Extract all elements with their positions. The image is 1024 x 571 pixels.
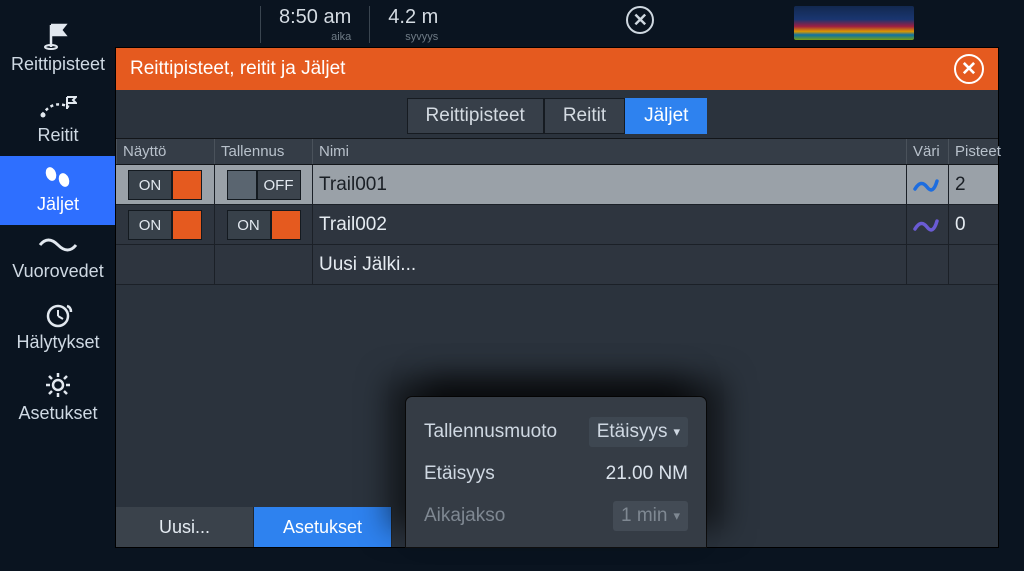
sidebar-item-label: Hälytykset <box>16 332 99 352</box>
toggle-indicator <box>227 170 257 200</box>
chevron-down-icon: ▾ <box>673 508 680 524</box>
trail-color-icon <box>906 165 948 204</box>
status-depth-value: 4.2 m <box>388 6 438 29</box>
close-icon[interactable]: ✕ <box>626 6 654 34</box>
distance-value: 21.00 NM <box>606 463 688 485</box>
toggle-label: OFF <box>257 170 301 200</box>
trail-name: Trail002 <box>312 205 906 244</box>
sidebar-item-tides[interactable]: Vuorovedet <box>0 225 116 292</box>
popup-row-distance[interactable]: Etäisyys 21.00 NM <box>424 453 688 495</box>
toggle-label: ON <box>128 170 172 200</box>
col-name: Nimi <box>312 139 906 164</box>
trail-name: Trail001 <box>312 165 906 204</box>
sidebar-item-label: Vuorovedet <box>12 261 103 281</box>
format-label: Tallennusmuoto <box>424 421 579 443</box>
col-color: Väri <box>906 139 948 164</box>
sidebar: Reittipisteet Reitit Jäljet Vuorovedet H… <box>0 14 116 434</box>
col-display: Näyttö <box>116 139 214 164</box>
status-time-label: aika <box>279 31 351 43</box>
dialog-title: Reittipisteet, reitit ja Jäljet <box>130 58 345 80</box>
display-toggle[interactable]: ON <box>128 210 202 240</box>
popup-row-format[interactable]: Tallennusmuoto Etäisyys ▾ <box>424 411 688 453</box>
status-depth-label: syvyys <box>388 31 438 43</box>
sidebar-item-settings[interactable]: Asetukset <box>0 363 116 434</box>
route-icon <box>39 93 77 121</box>
dialog-close-icon[interactable]: ✕ <box>954 54 984 84</box>
toggle-label: ON <box>128 210 172 240</box>
new-button[interactable]: Uusi... <box>116 507 254 547</box>
table-row[interactable]: ON OFF Trail001 2 <box>116 165 998 205</box>
col-points: Pisteet <box>948 139 998 164</box>
format-dropdown[interactable]: Etäisyys ▾ <box>589 417 688 447</box>
popup-row-period: Aikajakso 1 min ▾ <box>424 495 688 537</box>
tab-trails[interactable]: Jäljet <box>625 98 707 134</box>
dialog-tabs: Reittipisteet Reitit Jäljet <box>116 98 998 134</box>
wave-icon <box>38 233 78 257</box>
col-record: Tallennus <box>214 139 312 164</box>
tab-waypoints[interactable]: Reittipisteet <box>407 98 544 134</box>
sidebar-item-alarms[interactable]: Hälytykset <box>0 292 116 363</box>
trail-points: 2 <box>948 165 998 204</box>
chevron-down-icon: ▾ <box>673 424 680 440</box>
new-trail-label: Uusi Jälki... <box>312 245 906 284</box>
record-toggle[interactable]: ON <box>227 210 301 240</box>
toggle-label: ON <box>227 210 271 240</box>
sidebar-item-label: Asetukset <box>18 403 97 423</box>
period-label: Aikajakso <box>424 505 603 527</box>
toggle-indicator <box>271 210 301 240</box>
dialog-titlebar: Reittipisteet, reitit ja Jäljet ✕ <box>116 48 998 90</box>
display-toggle[interactable]: ON <box>128 170 202 200</box>
record-toggle[interactable]: OFF <box>227 170 301 200</box>
gear-icon <box>44 371 72 399</box>
status-time-value: 8:50 am <box>279 6 351 29</box>
status-time: 8:50 am aika <box>260 6 369 43</box>
sidebar-item-label: Jäljet <box>37 194 79 214</box>
settings-popup: Tallennusmuoto Etäisyys ▾ Etäisyys 21.00… <box>406 397 706 547</box>
trail-points: 0 <box>948 205 998 244</box>
settings-button[interactable]: Asetukset <box>254 507 392 547</box>
distance-label: Etäisyys <box>424 463 596 485</box>
sidebar-item-waypoints[interactable]: Reittipisteet <box>0 14 116 85</box>
period-dropdown: 1 min ▾ <box>613 501 688 531</box>
toggle-indicator <box>172 170 202 200</box>
status-depth: 4.2 m syvyys <box>369 6 456 43</box>
footsteps-icon <box>41 164 75 190</box>
table-header: Näyttö Tallennus Nimi Väri Pisteet <box>116 138 998 165</box>
toggle-indicator <box>172 210 202 240</box>
trail-color-icon <box>906 205 948 244</box>
flag-icon <box>42 22 74 50</box>
new-trail-row[interactable]: Uusi Jälki... <box>116 245 998 285</box>
trails-dialog: Reittipisteet, reitit ja Jäljet ✕ Reitti… <box>116 48 998 547</box>
status-bar: 8:50 am aika 4.2 m syvyys ✕ <box>0 0 1024 44</box>
sidebar-item-trails[interactable]: Jäljet <box>0 156 116 225</box>
sidebar-item-label: Reitit <box>37 125 78 145</box>
format-value: Etäisyys <box>597 421 668 443</box>
alarm-icon <box>43 300 73 328</box>
sidebar-item-routes[interactable]: Reitit <box>0 85 116 156</box>
tab-routes[interactable]: Reitit <box>544 98 625 134</box>
table-row[interactable]: ON ON Trail002 0 <box>116 205 998 245</box>
sidebar-item-label: Reittipisteet <box>11 54 105 74</box>
period-value: 1 min <box>621 505 667 527</box>
sonar-preview[interactable] <box>794 6 914 40</box>
